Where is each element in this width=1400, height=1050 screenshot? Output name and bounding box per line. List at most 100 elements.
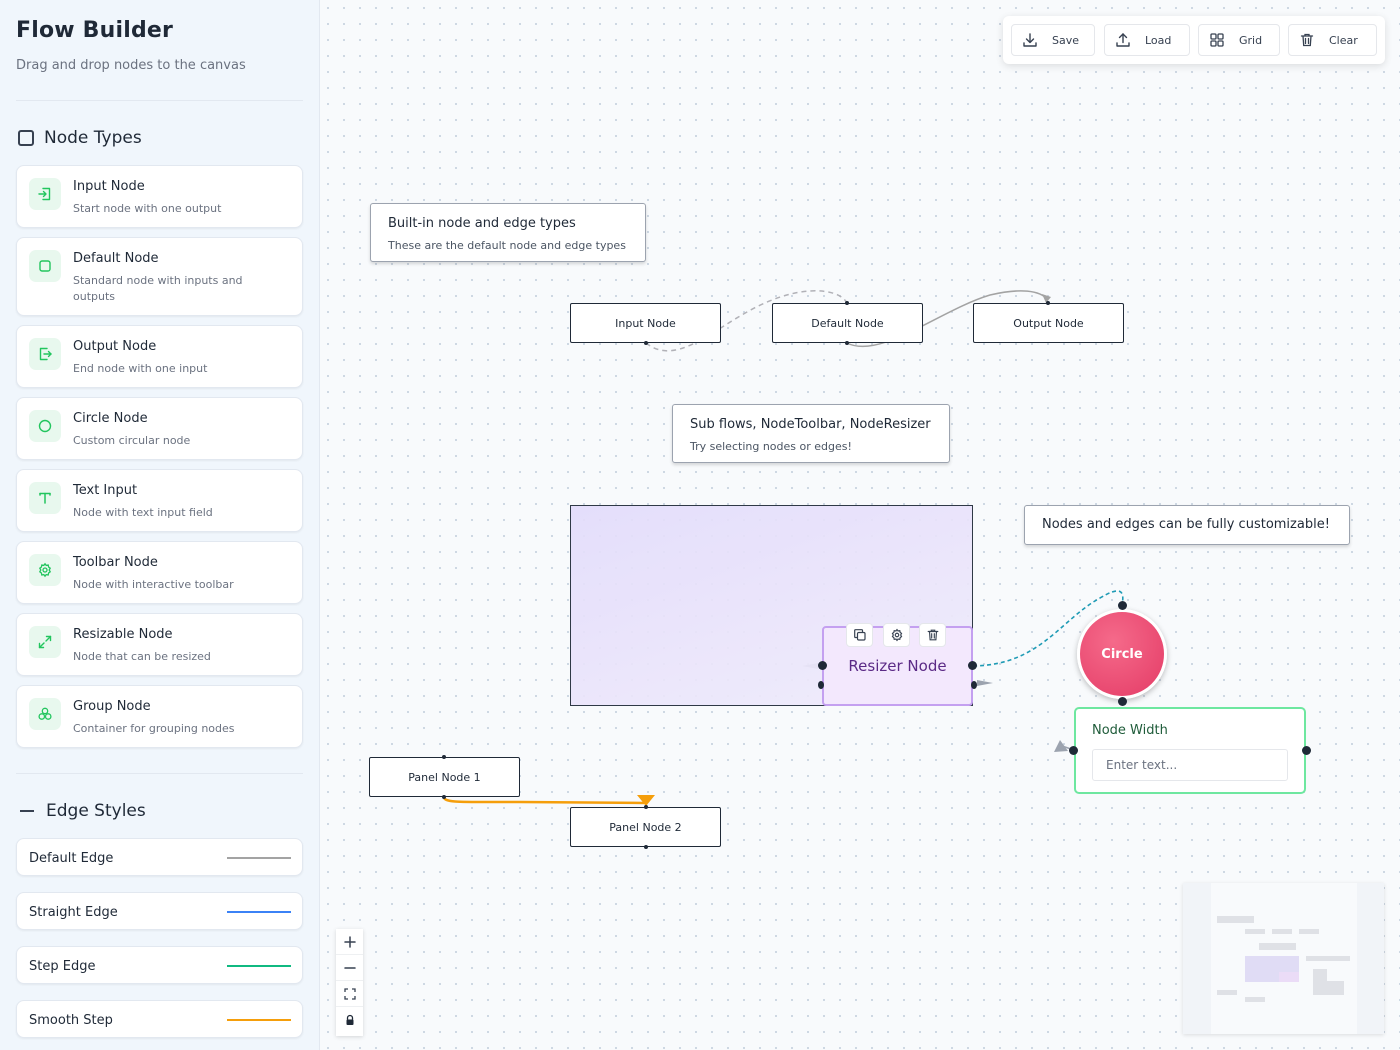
default-node-label: Default Node [811, 316, 884, 330]
panel-node-2-source-handle[interactable] [644, 845, 648, 849]
plus-icon [343, 935, 356, 948]
default-node-target-handle[interactable] [845, 301, 849, 305]
edge-style-default[interactable]: Default Edge [16, 838, 303, 876]
grid-button[interactable]: Grid [1198, 24, 1280, 56]
resize-icon [29, 626, 61, 658]
annotation-customizable[interactable]: Nodes and edges can be fully customizabl… [1024, 505, 1350, 545]
edge-style-smooth-step[interactable]: Smooth Step [16, 1000, 303, 1038]
panel-node-2[interactable]: Panel Node 2 [570, 807, 721, 847]
fit-view-icon [343, 987, 356, 1000]
default-node-source-handle[interactable] [845, 341, 849, 345]
edge-styles-heading[interactable]: Edge Styles [18, 801, 146, 821]
fit-view-button[interactable] [336, 981, 363, 1007]
resizer-source-handle[interactable] [968, 661, 977, 670]
node-type-desc: End node with one input [73, 362, 208, 375]
zoom-in-button[interactable] [336, 929, 363, 955]
lock-button[interactable] [336, 1007, 363, 1033]
panel-node-1-label: Panel Node 1 [408, 770, 481, 784]
divider [16, 100, 303, 101]
panel-node-1[interactable]: Panel Node 1 [369, 757, 520, 797]
circle-node[interactable]: Circle [1077, 609, 1167, 699]
edge-panel1-panel2 [442, 796, 647, 805]
group-target-handle[interactable] [818, 681, 824, 689]
node-type-input[interactable]: Input Node Start node with one output [16, 165, 303, 228]
node-type-desc: Custom circular node [73, 434, 191, 447]
edge-style-swatch [227, 911, 291, 913]
download-icon [1023, 33, 1037, 47]
annotation-builtin[interactable]: Built-in node and edge types These are t… [370, 203, 646, 262]
default-node[interactable]: Default Node [772, 303, 923, 343]
clear-label: Clear [1329, 33, 1358, 47]
zoom-out-button[interactable] [336, 955, 363, 981]
gear-icon [29, 554, 61, 586]
group-source-handle[interactable] [971, 681, 977, 689]
copy-icon [853, 629, 866, 641]
node-type-title: Default Node [73, 251, 159, 266]
edge-circle-width-arrow [1054, 740, 1068, 752]
settings-button[interactable] [883, 623, 910, 647]
text-input-target-handle[interactable] [1069, 746, 1078, 755]
node-type-desc: Container for grouping nodes [73, 722, 235, 735]
zoom-controls [336, 929, 363, 1036]
group-icon [29, 698, 61, 730]
grid-label: Grid [1239, 33, 1263, 47]
node-types-heading[interactable]: Node Types [18, 128, 142, 148]
node-type-circle[interactable]: Circle Node Custom circular node [16, 397, 303, 460]
lock-icon [346, 1014, 353, 1025]
square-icon [18, 130, 34, 146]
clear-button[interactable]: Clear [1288, 24, 1377, 56]
text-input-node[interactable]: Node Width [1074, 707, 1306, 794]
input-node[interactable]: Input Node [570, 303, 721, 343]
node-type-group[interactable]: Group Node Container for grouping nodes [16, 685, 303, 748]
text-input-source-handle[interactable] [1302, 746, 1311, 755]
node-type-text-input[interactable]: Text Input Node with text input field [16, 469, 303, 532]
node-type-desc: Node with text input field [73, 506, 213, 519]
load-button[interactable]: Load [1104, 24, 1190, 56]
minimap-node [1245, 929, 1265, 934]
circle-target-handle[interactable] [1118, 601, 1127, 610]
output-node-target-handle[interactable] [1046, 301, 1050, 305]
app-title: Flow Builder [16, 18, 174, 43]
circle-source-handle[interactable] [1118, 697, 1127, 706]
save-label: Save [1052, 33, 1080, 47]
output-icon [29, 338, 61, 370]
minimap-node [1217, 990, 1237, 995]
edge-style-straight[interactable]: Straight Edge [16, 892, 303, 930]
annotation-title: Sub flows, NodeToolbar, NodeResizer [690, 417, 931, 432]
flow-canvas[interactable]: Save Load Grid Clear Built-in node and e… [320, 0, 1400, 1050]
copy-button[interactable] [846, 623, 873, 647]
input-node-source-handle[interactable] [644, 341, 648, 345]
node-type-default[interactable]: Default Node Standard node with inputs a… [16, 237, 303, 316]
minimap[interactable] [1183, 883, 1384, 1034]
load-label: Load [1145, 33, 1172, 47]
edge-style-label: Smooth Step [29, 1013, 113, 1028]
resizer-target-handle[interactable] [818, 661, 827, 670]
node-type-desc: Standard node with inputs and outputs [73, 274, 243, 303]
minus-icon [20, 810, 34, 812]
node-type-title: Toolbar Node [73, 555, 158, 570]
panel-node-1-source-handle[interactable] [442, 795, 446, 799]
annotation-subflows[interactable]: Sub flows, NodeToolbar, NodeResizer Try … [672, 404, 950, 463]
node-type-toolbar[interactable]: Toolbar Node Node with interactive toolb… [16, 541, 303, 604]
panel-node-2-target-handle[interactable] [644, 805, 648, 809]
minimap-node [1245, 997, 1265, 1002]
node-type-desc: Node with interactive toolbar [73, 578, 234, 591]
node-type-title: Text Input [73, 483, 138, 498]
grid-icon [1210, 33, 1224, 47]
panel-node-1-target-handle[interactable] [442, 755, 446, 759]
delete-button[interactable] [919, 623, 946, 647]
app-subtitle: Drag and drop nodes to the canvas [16, 58, 246, 73]
minimap-node [1299, 929, 1319, 934]
output-node[interactable]: Output Node [973, 303, 1124, 343]
minimap-node [1217, 916, 1254, 923]
node-type-output[interactable]: Output Node End node with one input [16, 325, 303, 388]
node-type-desc: Node that can be resized [73, 650, 211, 663]
node-width-input[interactable] [1092, 749, 1288, 781]
node-type-resizable[interactable]: Resizable Node Node that can be resized [16, 613, 303, 676]
edge-style-step[interactable]: Step Edge [16, 946, 303, 984]
node-type-title: Resizable Node [73, 627, 173, 642]
output-node-label: Output Node [1013, 316, 1084, 330]
annotation-title: Nodes and edges can be fully customizabl… [1042, 517, 1330, 532]
save-button[interactable]: Save [1011, 24, 1095, 56]
node-type-title: Output Node [73, 339, 157, 354]
